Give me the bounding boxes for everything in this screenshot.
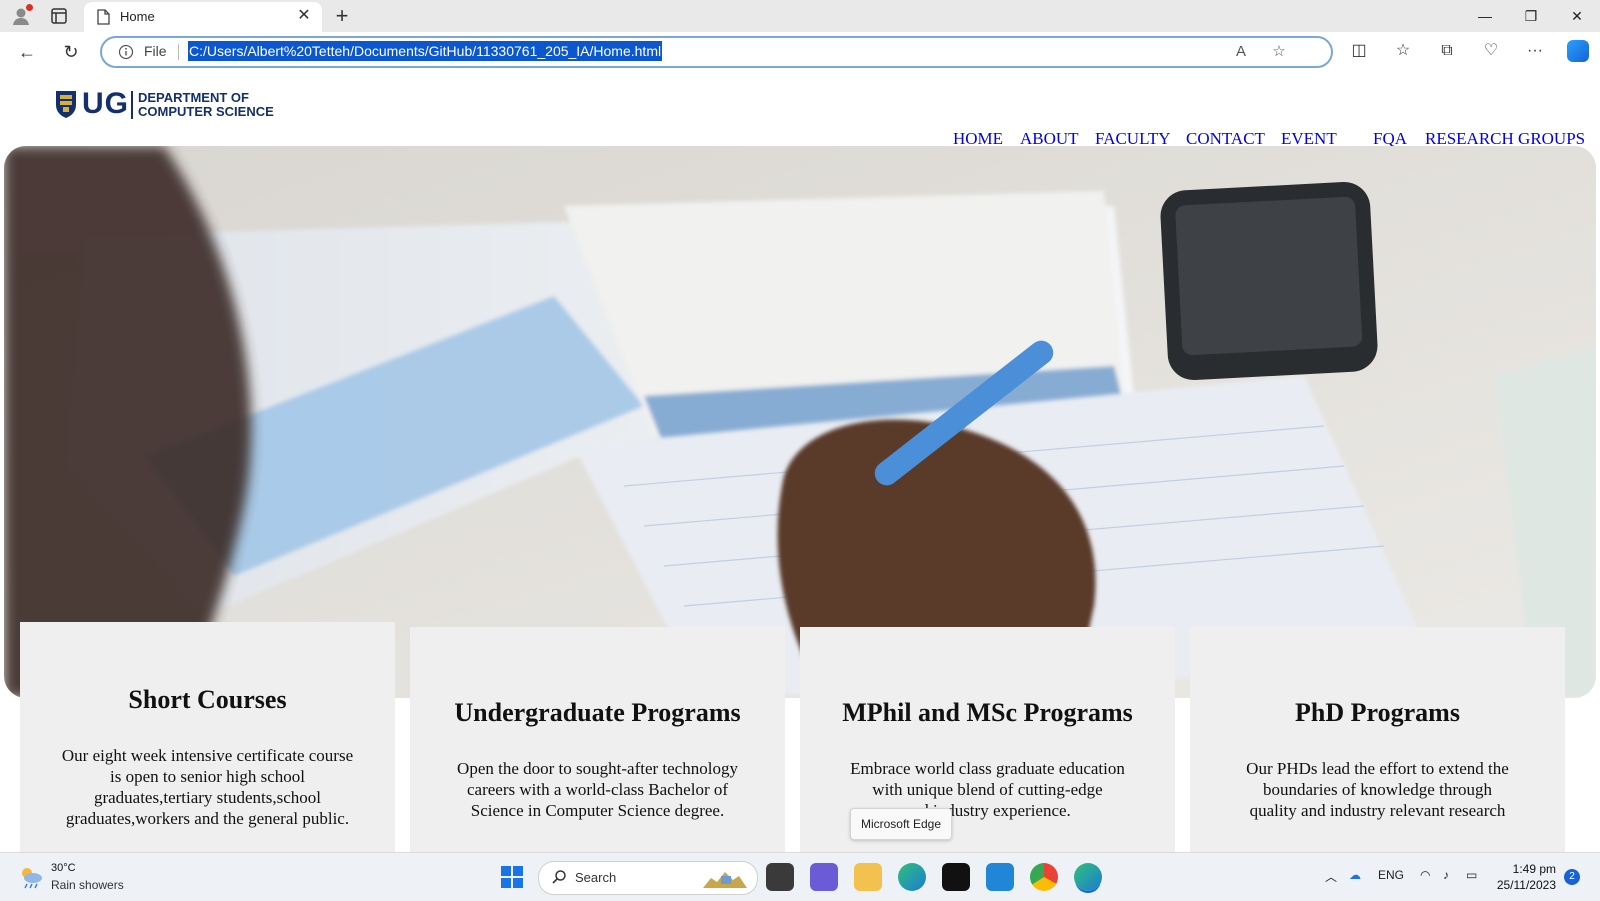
page-icon [96, 9, 110, 25]
card-line: Our eight week intensive certificate cou… [61, 746, 354, 765]
logo-divider [131, 91, 133, 119]
search-icon [552, 870, 566, 884]
card-body: Our PHDs lead the effort to extend the b… [1190, 758, 1565, 821]
profile-icon[interactable] [10, 4, 33, 27]
read-aloud-icon[interactable]: A [1232, 43, 1250, 61]
card-line: Our PHDs lead the effort to extend the [1246, 759, 1509, 778]
dept-line-2: COMPUTER SCIENCE [138, 104, 274, 119]
copilot-icon[interactable] [1567, 40, 1589, 62]
extensions-icon[interactable]: ♡ [1480, 40, 1502, 62]
address-bar[interactable]: File C:/Users/Albert%20Tetteh/Documents/… [100, 36, 1333, 68]
weather-condition: Rain showers [51, 878, 124, 892]
chrome-icon[interactable] [1030, 863, 1058, 891]
split-screen-icon[interactable]: ◫ [1348, 40, 1370, 62]
card-line: Science in Computer Science degree. [470, 801, 725, 820]
info-icon[interactable] [118, 44, 134, 60]
taskbar-tooltip: Microsoft Edge [850, 808, 952, 840]
card-line: Open the door to sought-after technology [457, 759, 738, 778]
card-line: is open to senior high school [109, 767, 305, 786]
card-line: quality and industry relevant research [1249, 801, 1506, 820]
tab-title: Home [120, 9, 155, 24]
card-line: careers with a world-class Bachelor of [466, 780, 729, 799]
search-highlight-icon [703, 872, 747, 888]
page-viewport: UG DEPARTMENT OF COMPUTER SCIENCE HOME A… [0, 72, 1600, 852]
hero-image [4, 146, 1596, 698]
clock-date: 25/11/2023 [1496, 878, 1556, 892]
clock[interactable]: 1:49 pm 25/11/2023 [1496, 861, 1556, 893]
hero-photo-illustration [4, 146, 1596, 698]
more-icon[interactable]: ··· [1524, 40, 1546, 62]
notification-dot [26, 4, 33, 11]
card-title: Undergraduate Programs [454, 698, 741, 727]
windows-start-icon[interactable] [500, 865, 524, 889]
favorites-icon[interactable]: ☆ [1392, 40, 1414, 62]
close-window-icon[interactable]: ✕ [1554, 0, 1600, 32]
card-line: Embrace world class graduate education [850, 759, 1125, 778]
browser-tab-strip: Home ✕ + — ❐ ✕ [0, 0, 1600, 32]
battery-icon[interactable]: ▭ [1466, 868, 1477, 882]
notification-badge[interactable]: 2 [1564, 869, 1580, 885]
card-body: Our eight week intensive certificate cou… [20, 745, 395, 829]
back-icon[interactable]: ← [15, 40, 39, 64]
task-view-icon[interactable] [766, 863, 794, 891]
refresh-icon[interactable]: ↻ [59, 40, 83, 64]
card-line: boundaries of knowledge through [1263, 780, 1492, 799]
collections-icon[interactable]: ⧉ [1436, 40, 1458, 62]
card-line: graduates,workers and the general public… [65, 809, 350, 828]
tab-actions-icon[interactable] [50, 7, 68, 25]
close-icon[interactable]: ✕ [296, 8, 312, 24]
weather-temp: 30°C [51, 862, 76, 874]
card-title: MPhil and MSc Programs [842, 698, 1133, 727]
card-short-courses[interactable]: Short Courses Our eight week intensive c… [20, 622, 395, 852]
minimize-icon[interactable]: — [1462, 0, 1508, 32]
onedrive-icon[interactable]: ☁ [1349, 868, 1361, 882]
card-undergraduate[interactable]: Undergraduate Programs Open the door to … [410, 627, 785, 852]
url-divider [178, 44, 179, 60]
favorite-star-icon[interactable]: ☆ [1270, 43, 1288, 61]
tradingview-icon[interactable] [942, 863, 970, 891]
url-text[interactable]: C:/Users/Albert%20Tetteh/Documents/GitHu… [188, 41, 663, 61]
chevron-up-icon[interactable]: ︿ [1325, 868, 1337, 885]
vscode-icon[interactable] [986, 863, 1014, 891]
wifi-icon[interactable]: ◠ [1420, 868, 1430, 882]
card-line: graduates,tertiary students,school [93, 788, 322, 807]
logo-ug-text: UG [82, 87, 129, 120]
card-line: with unique blend of cutting-edge [872, 780, 1103, 799]
restore-icon[interactable]: ❐ [1508, 0, 1554, 32]
scheme-label: File [144, 43, 167, 59]
edge-icon[interactable] [898, 863, 926, 891]
address-toolbar: ← ↻ File C:/Users/Albert%20Tetteh/Docume… [0, 32, 1600, 72]
card-title: PhD Programs [1295, 698, 1460, 727]
crest-icon [56, 91, 76, 118]
dept-line-1: DEPARTMENT OF [138, 90, 249, 105]
volume-icon[interactable]: ♪ [1443, 868, 1449, 882]
plus-icon[interactable]: + [330, 4, 354, 28]
logo-dept-text: DEPARTMENT OF COMPUTER SCIENCE [138, 91, 274, 119]
card-body: Open the door to sought-after technology… [410, 758, 785, 821]
clock-time: 1:49 pm [1512, 862, 1556, 876]
weather-icon [22, 868, 42, 889]
taskbar-search[interactable]: Search [538, 861, 758, 895]
tab-home[interactable]: Home ✕ [84, 2, 322, 32]
taskbar: 30°C Rain showers Search ︿ ☁ ENG ◠ ♪ ▭ 1… [0, 852, 1600, 901]
teams-chat-icon[interactable] [810, 863, 838, 891]
language-indicator[interactable]: ENG [1378, 868, 1404, 882]
card-title: Short Courses [128, 685, 287, 714]
edge-active-icon[interactable] [1074, 863, 1102, 891]
card-phd[interactable]: PhD Programs Our PHDs lead the effort to… [1190, 627, 1565, 852]
file-explorer-icon[interactable] [854, 863, 882, 891]
search-label: Search [575, 870, 617, 885]
